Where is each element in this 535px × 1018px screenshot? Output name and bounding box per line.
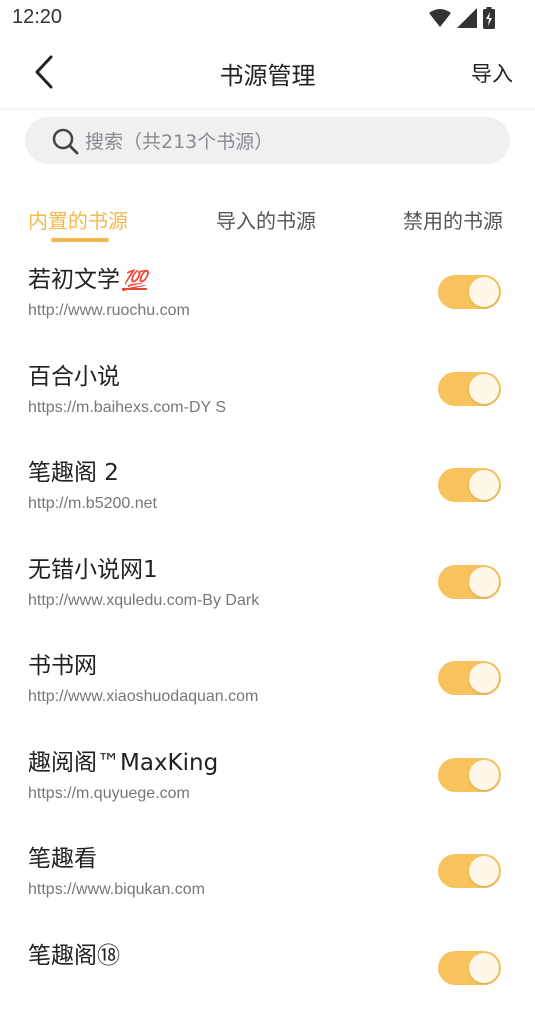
source-name: 趣阅阁™MaxKing <box>28 743 218 777</box>
list-item[interactable]: 趣阅阁™MaxKing https://m.quyuege.com <box>0 729 535 826</box>
source-toggle[interactable] <box>438 951 501 985</box>
tab-indicator <box>51 238 109 242</box>
source-toggle[interactable] <box>438 372 501 406</box>
source-url: http://m.b5200.net <box>28 495 157 513</box>
search-input[interactable]: 搜索（共213个书源） <box>25 117 510 164</box>
source-name: 笔趣阁 2 <box>28 453 119 487</box>
toggle-knob <box>469 953 499 983</box>
toggle-knob <box>469 856 499 886</box>
search-placeholder: 搜索（共213个书源） <box>85 127 273 154</box>
wifi-icon <box>429 8 451 28</box>
toggle-knob <box>469 374 499 404</box>
source-name: 书书网 <box>28 646 97 680</box>
toggle-knob <box>469 760 499 790</box>
source-name: 若初文学💯 <box>28 260 147 294</box>
tab-imported-sources[interactable]: 导入的书源 <box>216 205 316 234</box>
source-name: 无错小说网1 <box>28 550 158 584</box>
source-toggle[interactable] <box>438 854 501 888</box>
search-icon <box>51 127 79 155</box>
battery-icon <box>483 7 495 29</box>
source-url: https://m.quyuege.com <box>28 785 190 803</box>
source-toggle[interactable] <box>438 758 501 792</box>
list-item[interactable]: 书书网 http://www.xiaoshuodaquan.com <box>0 632 535 729</box>
toggle-knob <box>469 470 499 500</box>
source-toggle[interactable] <box>438 468 501 502</box>
tab-builtin-sources[interactable]: 内置的书源 <box>28 205 128 234</box>
status-icons <box>429 7 495 29</box>
signal-icon <box>457 8 477 28</box>
source-toggle[interactable] <box>438 565 501 599</box>
source-url: https://m.baihexs.com-DY S <box>28 399 226 417</box>
status-time: 12:20 <box>12 6 62 29</box>
tab-disabled-sources[interactable]: 禁用的书源 <box>403 205 503 234</box>
toggle-knob <box>469 663 499 693</box>
source-name: 笔趣阁⑱ <box>28 936 120 970</box>
import-button[interactable]: 导入 <box>471 58 513 88</box>
page-title: 书源管理 <box>0 56 535 91</box>
toggle-knob <box>469 567 499 597</box>
source-url: http://www.ruochu.com <box>28 302 190 320</box>
hundred-points-icon: 💯 <box>122 268 147 292</box>
list-item[interactable]: 笔趣看 https://www.biqukan.com <box>0 825 535 922</box>
list-item[interactable]: 无错小说网1 http://www.xquledu.com-By Dark <box>0 536 535 633</box>
list-item[interactable]: 笔趣阁⑱ <box>0 922 535 1018</box>
source-name: 笔趣看 <box>28 839 97 873</box>
list-item[interactable]: 若初文学💯 http://www.ruochu.com <box>0 246 535 343</box>
source-toggle[interactable] <box>438 661 501 695</box>
source-name: 百合小说 <box>28 357 120 391</box>
app-bar: 书源管理 导入 <box>0 36 535 108</box>
status-bar: 12:20 <box>0 0 535 36</box>
toggle-knob <box>469 277 499 307</box>
source-tabs: 内置的书源 导入的书源 禁用的书源 <box>0 200 535 246</box>
source-url: https://www.biqukan.com <box>28 881 205 899</box>
source-url: http://www.xquledu.com-By Dark <box>28 592 259 610</box>
list-item[interactable]: 笔趣阁 2 http://m.b5200.net <box>0 439 535 536</box>
source-toggle[interactable] <box>438 275 501 309</box>
list-item[interactable]: 百合小说 https://m.baihexs.com-DY S <box>0 343 535 440</box>
source-url: http://www.xiaoshuodaquan.com <box>28 688 258 706</box>
source-list: 若初文学💯 http://www.ruochu.com 百合小说 https:/… <box>0 246 535 1018</box>
